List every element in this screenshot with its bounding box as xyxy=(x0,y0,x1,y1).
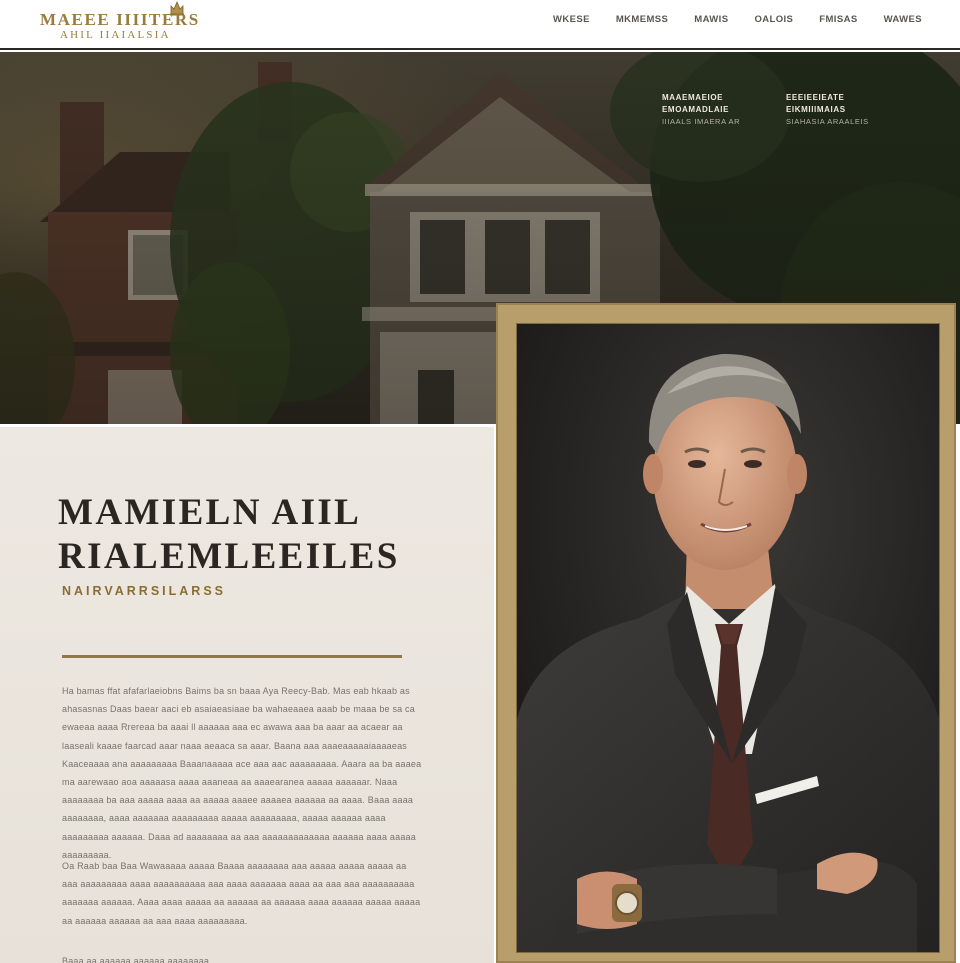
hero-caption-left-line2: EMOAMADLAIE xyxy=(662,105,730,114)
nav-item-5[interactable]: FMISAS xyxy=(819,14,857,25)
nav-item-2[interactable]: MKMEMSS xyxy=(616,14,668,25)
title-line-2: RIALEMLEEILES xyxy=(58,536,400,577)
hero-caption-left-line3: IIIAALS IMAERA AR xyxy=(662,117,741,126)
brand-name: MAEEE IIIITERS xyxy=(40,10,200,29)
brand-logo[interactable]: MAEEE IIIITERS AHIL IIAIALSIA xyxy=(40,0,240,44)
hero-caption-left: MAAEMAEIOE EMOAMADLAIE IIIAALS IMAERA AR xyxy=(662,92,782,128)
portrait-frame xyxy=(496,303,956,963)
profile-subtitle: NAIRVARRSILARSS xyxy=(62,584,226,598)
hero-caption-left-line1: MAAEMAEIOE xyxy=(662,93,724,102)
divider xyxy=(62,655,402,658)
title-line-1: MAMIELN AIIL xyxy=(58,492,362,533)
bio-paragraph-3: Baaa aa aaaaaa aaaaaa aaaaaaaa. xyxy=(62,956,212,963)
site-header: MAEEE IIIITERS AHIL IIAIALSIA WKESE MKME… xyxy=(0,0,960,50)
nav-item-4[interactable]: OALOIS xyxy=(754,14,793,25)
main-nav: WKESE MKMEMSS MAWIS OALOIS FMISAS WAWES xyxy=(553,14,922,25)
nav-item-3[interactable]: MAWIS xyxy=(694,14,728,25)
portrait-image xyxy=(517,324,939,952)
hero-caption-right-line2: EIKMIIIMAIAS xyxy=(786,105,846,114)
profile-panel: MAMIELN AIIL RIALEMLEEILES NAIRVARRSILAR… xyxy=(0,427,494,963)
bio-paragraph-1: Ha bamas ffat afafarlaeiobns Baims ba sn… xyxy=(62,686,422,860)
hero-caption-right: EEEIEEIEATE EIKMIIIMAIAS SIAHASIA ARAALE… xyxy=(786,92,906,128)
hero-caption-right-line1: EEEIEEIEATE xyxy=(786,93,845,102)
brand-tagline: AHIL IIAIALSIA xyxy=(60,29,171,41)
nav-item-1[interactable]: WKESE xyxy=(553,14,590,25)
page-title: MAMIELN AIIL RIALEMLEEILES xyxy=(58,491,400,579)
portrait-photo xyxy=(516,323,940,953)
hero-caption-right-line3: SIAHASIA ARAALEIS xyxy=(786,117,869,126)
bio-paragraph-2: Oa Raab baa Baa Wawaaaaa aaaaa Baaaa aaa… xyxy=(62,861,421,926)
nav-item-6[interactable]: WAWES xyxy=(884,14,922,25)
